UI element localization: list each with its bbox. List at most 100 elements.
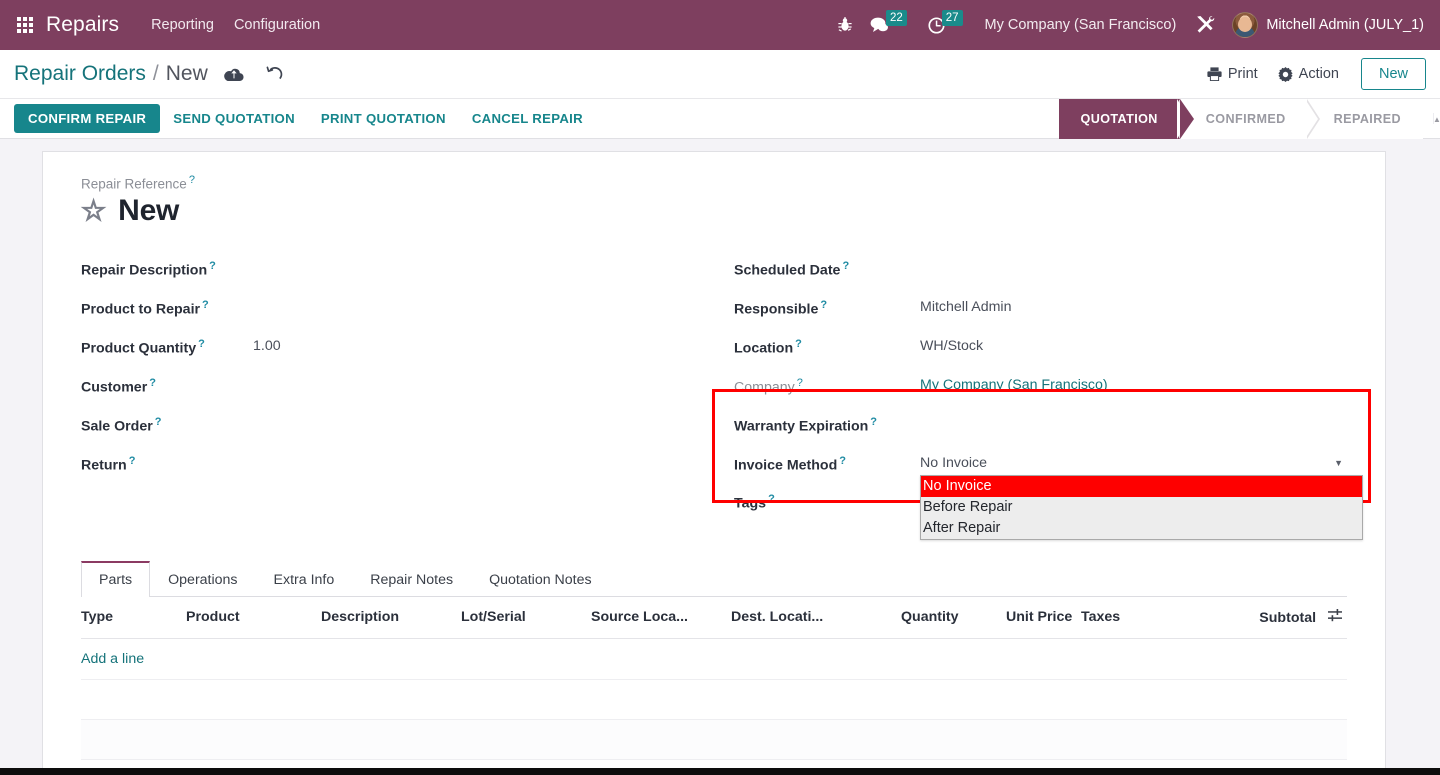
value-product-quantity[interactable]: 1.00 [253,336,281,356]
stage-confirmed[interactable]: Confirmed [1176,98,1308,139]
col-description[interactable]: Description [321,596,461,639]
repair-reference-tooltip-icon[interactable]: ? [189,174,195,186]
value-responsible[interactable]: Mitchell Admin [920,297,1011,317]
add-line-cell: Add a line [81,638,1347,680]
label-repair-description: Repair Description? [81,258,253,279]
sliders-icon[interactable] [1320,608,1343,626]
col-unit-price[interactable]: Unit Price [1006,596,1081,639]
tags-tooltip-icon[interactable]: ? [768,493,775,505]
tools-icon[interactable] [1186,8,1224,42]
value-location[interactable]: WH/Stock [920,336,983,356]
tab-parts[interactable]: Parts [81,560,151,597]
print-button[interactable]: Print [1197,60,1268,88]
grid-apps-icon [17,17,33,33]
tab-quotation-notes[interactable]: Quotation Notes [471,561,610,597]
invoice-method-tooltip-icon[interactable]: ? [839,455,846,467]
col-lot-serial[interactable]: Lot/Serial [461,596,591,639]
scroll-up-arrow: ▲ [1433,116,1440,124]
col-product[interactable]: Product [186,596,321,639]
company-tooltip-icon[interactable]: ? [797,377,803,389]
label-product-quantity: Product Quantity? [81,336,253,357]
favorite-star-icon[interactable]: ☆ [80,195,107,224]
value-scheduled-date[interactable] [920,258,1060,278]
stage-repaired[interactable]: Repaired [1304,98,1423,139]
apps-menu-icon[interactable] [10,10,40,40]
navbar-menu-configuration[interactable]: Configuration [224,11,330,39]
value-return[interactable] [253,453,393,473]
location-tooltip-icon[interactable]: ? [795,338,802,350]
label-responsible-text: Responsible [734,301,819,318]
action-label: Action [1298,66,1339,82]
activities-button[interactable]: 27 [919,8,975,42]
notebook: Parts Operations Extra Info Repair Notes… [81,560,1347,775]
invoice-method-option-no-invoice[interactable]: No Invoice [921,475,1362,497]
col-source-location[interactable]: Source Loca... [591,596,731,639]
stage-quotation[interactable]: Quotation [1058,98,1195,139]
col-subtotal[interactable]: Subtotal [1168,596,1347,639]
customer-tooltip-icon[interactable]: ? [149,377,156,389]
table-row-cell [81,679,1347,720]
form-sheet: Repair Reference? ☆ New Repair Descripti… [42,151,1386,775]
cancel-repair-button[interactable]: Cancel Repair [459,105,596,132]
new-record-button[interactable]: New [1360,58,1426,90]
print-quotation-button[interactable]: Print Quotation [308,105,459,132]
col-dest-location[interactable]: Dest. Locati... [731,596,901,639]
breadcrumb-separator: / [152,62,159,85]
add-a-line-button[interactable]: Add a line [81,651,144,667]
col-type[interactable]: Type [81,596,186,639]
table-row[interactable] [81,719,1347,760]
col-quantity[interactable]: Quantity [901,596,1006,639]
tab-operations[interactable]: Operations [150,561,255,597]
repair-description-tooltip-icon[interactable]: ? [209,260,216,272]
page-title: New [118,193,180,227]
scheduled-date-tooltip-icon[interactable]: ? [842,260,849,272]
invoice-method-option-before-repair[interactable]: Before Repair [921,497,1362,518]
value-product-to-repair[interactable] [253,297,393,317]
label-sale-order: Sale Order? [81,414,253,435]
label-repair-description-text: Repair Description [81,262,208,279]
form-sheet-wrapper: Repair Reference? ☆ New Repair Descripti… [0,139,1440,775]
label-responsible: Responsible? [734,297,920,318]
user-avatar [1232,12,1259,38]
label-location-text: Location [734,340,794,357]
sheet-scrollbar[interactable] [1431,139,1440,775]
pipeline-scroll-indicator[interactable]: ▲ [1433,113,1440,124]
value-repair-description[interactable] [253,258,393,278]
messages-button[interactable]: 22 [861,8,919,42]
chevron-down-icon[interactable]: ▼ [1334,458,1347,468]
app-brand[interactable]: Repairs [46,13,119,37]
breadcrumb-current: New [165,62,208,85]
send-quotation-button[interactable]: Send Quotation [160,105,308,132]
table-row-cell [81,719,1347,760]
bottom-edge-bar [0,768,1440,775]
product-quantity-tooltip-icon[interactable]: ? [198,338,205,350]
tab-extra-info[interactable]: Extra Info [256,561,353,597]
product-to-repair-tooltip-icon[interactable]: ? [202,299,209,311]
invoice-method-option-after-repair[interactable]: After Repair [921,518,1362,539]
invoice-method-select-face[interactable]: No Invoice ▼ [920,453,1347,471]
bug-icon[interactable] [829,8,861,42]
col-taxes[interactable]: Taxes [1081,596,1169,639]
value-warranty-expiration[interactable] [920,414,1060,434]
navbar-menu-reporting[interactable]: Reporting [141,11,224,39]
value-sale-order[interactable] [253,414,393,434]
warranty-expiration-tooltip-icon[interactable]: ? [870,416,877,428]
table-row[interactable] [81,679,1347,720]
sale-order-tooltip-icon[interactable]: ? [155,416,162,428]
action-button[interactable]: Action [1268,60,1349,88]
return-tooltip-icon[interactable]: ? [129,455,136,467]
discard-changes-icon[interactable] [266,66,283,82]
label-company: Company? [734,375,920,396]
value-customer[interactable] [253,375,393,395]
value-company[interactable]: My Company (San Francisco) [920,375,1108,395]
confirm-repair-button[interactable]: Confirm Repair [14,104,161,133]
user-menu[interactable]: Mitchell Admin (JULY_1) [1224,12,1428,38]
tab-repair-notes[interactable]: Repair Notes [352,561,471,597]
invoice-method-select[interactable]: No Invoice ▼ No Invoice Before Repair Af… [920,453,1363,540]
company-switcher[interactable]: My Company (San Francisco) [975,17,1187,33]
control-panel: Repair Orders / New Print Action New [0,50,1440,99]
responsible-tooltip-icon[interactable]: ? [820,299,827,311]
save-record-icon[interactable] [223,67,244,82]
invoice-method-options-list[interactable]: No Invoice Before Repair After Repair [920,474,1363,540]
breadcrumb-root[interactable]: Repair Orders [14,62,146,86]
